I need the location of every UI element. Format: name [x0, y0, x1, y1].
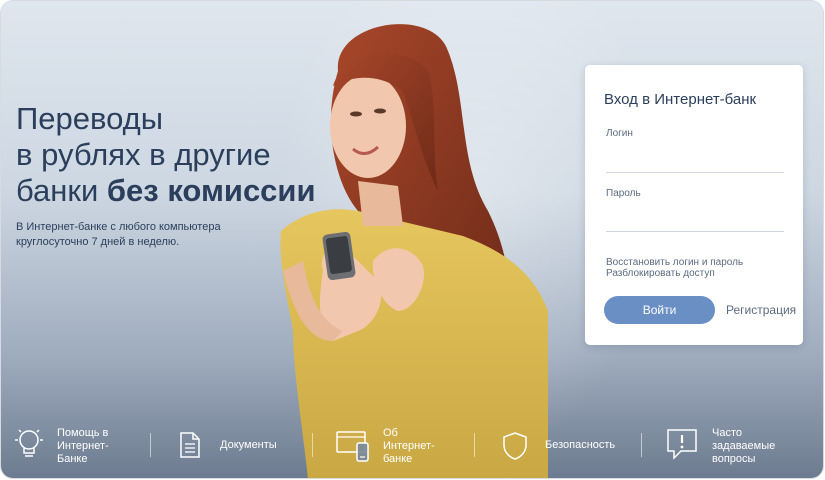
document-icon [180, 432, 200, 458]
bottom-separator [312, 433, 313, 457]
bottom-separator [474, 433, 475, 457]
bottom-item-faq-line1: Часто [712, 427, 742, 439]
bottom-item-about-label: Об Интернет- банке [383, 427, 435, 466]
question-bubble-icon [667, 429, 697, 460]
bottom-item-about[interactable]: Об Интернет- банке [331, 411, 471, 478]
bottom-item-faq[interactable]: Часто задаваемые вопросы [661, 411, 811, 478]
bottom-item-help-line2: Интернет- [57, 440, 109, 452]
hero-title: Переводы в рублях в другие банки без ком… [16, 101, 336, 209]
bottom-item-about-line2: Интернет- [383, 440, 435, 452]
login-input[interactable] [606, 151, 784, 171]
bottom-item-about-line1: Об [383, 427, 398, 439]
hero-title-bold: без комиссии [106, 173, 316, 208]
bottom-item-faq-line2: задаваемые [712, 440, 776, 452]
hero-title-plain: банки [16, 173, 107, 208]
password-input[interactable] [606, 210, 784, 230]
lightbulb-icon [15, 429, 43, 457]
devices-icon [336, 431, 369, 462]
bottom-item-documents-label: Документы [220, 439, 277, 451]
bottom-item-security[interactable]: Безопасность [496, 411, 631, 478]
login-submit-button[interactable]: Войти [604, 296, 715, 324]
bottom-separator [641, 433, 642, 457]
bottom-item-help-label: Помощь в Интернет- Банке [57, 427, 109, 466]
bottom-item-help-line1: Помощь в [57, 427, 109, 439]
unblock-access-link[interactable]: Разблокировать доступ [606, 268, 715, 279]
bottom-item-faq-line3: вопросы [712, 453, 756, 465]
register-link[interactable]: Регистрация [726, 303, 796, 317]
hero-title-line3: банки без комиссии [16, 173, 336, 209]
shield-icon [503, 432, 527, 460]
restore-credentials-link[interactable]: Восстановить логин и пароль [606, 257, 743, 268]
bottom-item-about-line3: банке [383, 453, 413, 465]
hero-subtitle-line1: В Интернет-банке с любого компьютера [16, 221, 221, 233]
login-title: Вход в Интернет-банк [604, 91, 757, 108]
hero-title-line1: Переводы [16, 101, 164, 136]
password-input-underline [606, 231, 784, 232]
bottom-bar: Помощь в Интернет- Банке Документы Об Ин… [1, 411, 823, 478]
hero-subtitle: В Интернет-банке с любого компьютера кру… [16, 220, 266, 250]
bottom-separator [150, 433, 151, 457]
login-input-underline [606, 172, 784, 173]
bottom-item-faq-label: Часто задаваемые вопросы [712, 427, 775, 466]
login-label: Логин [606, 128, 633, 139]
hero-title-line2: в рублях в другие [16, 137, 271, 172]
bottom-item-help-line3: Банке [57, 453, 88, 465]
bottom-item-security-label: Безопасность [545, 439, 616, 451]
page: Переводы в рублях в другие банки без ком… [1, 1, 823, 478]
hero-woman-image [280, 24, 548, 478]
bottom-item-documents[interactable]: Документы [171, 411, 306, 478]
login-card: Вход в Интернет-банк Логин Пароль Восста… [585, 65, 803, 345]
hero-subtitle-line2: круглосуточно 7 дней в неделю. [16, 236, 180, 248]
bottom-item-help[interactable]: Помощь в Интернет- Банке [9, 411, 139, 478]
password-label: Пароль [606, 188, 641, 199]
